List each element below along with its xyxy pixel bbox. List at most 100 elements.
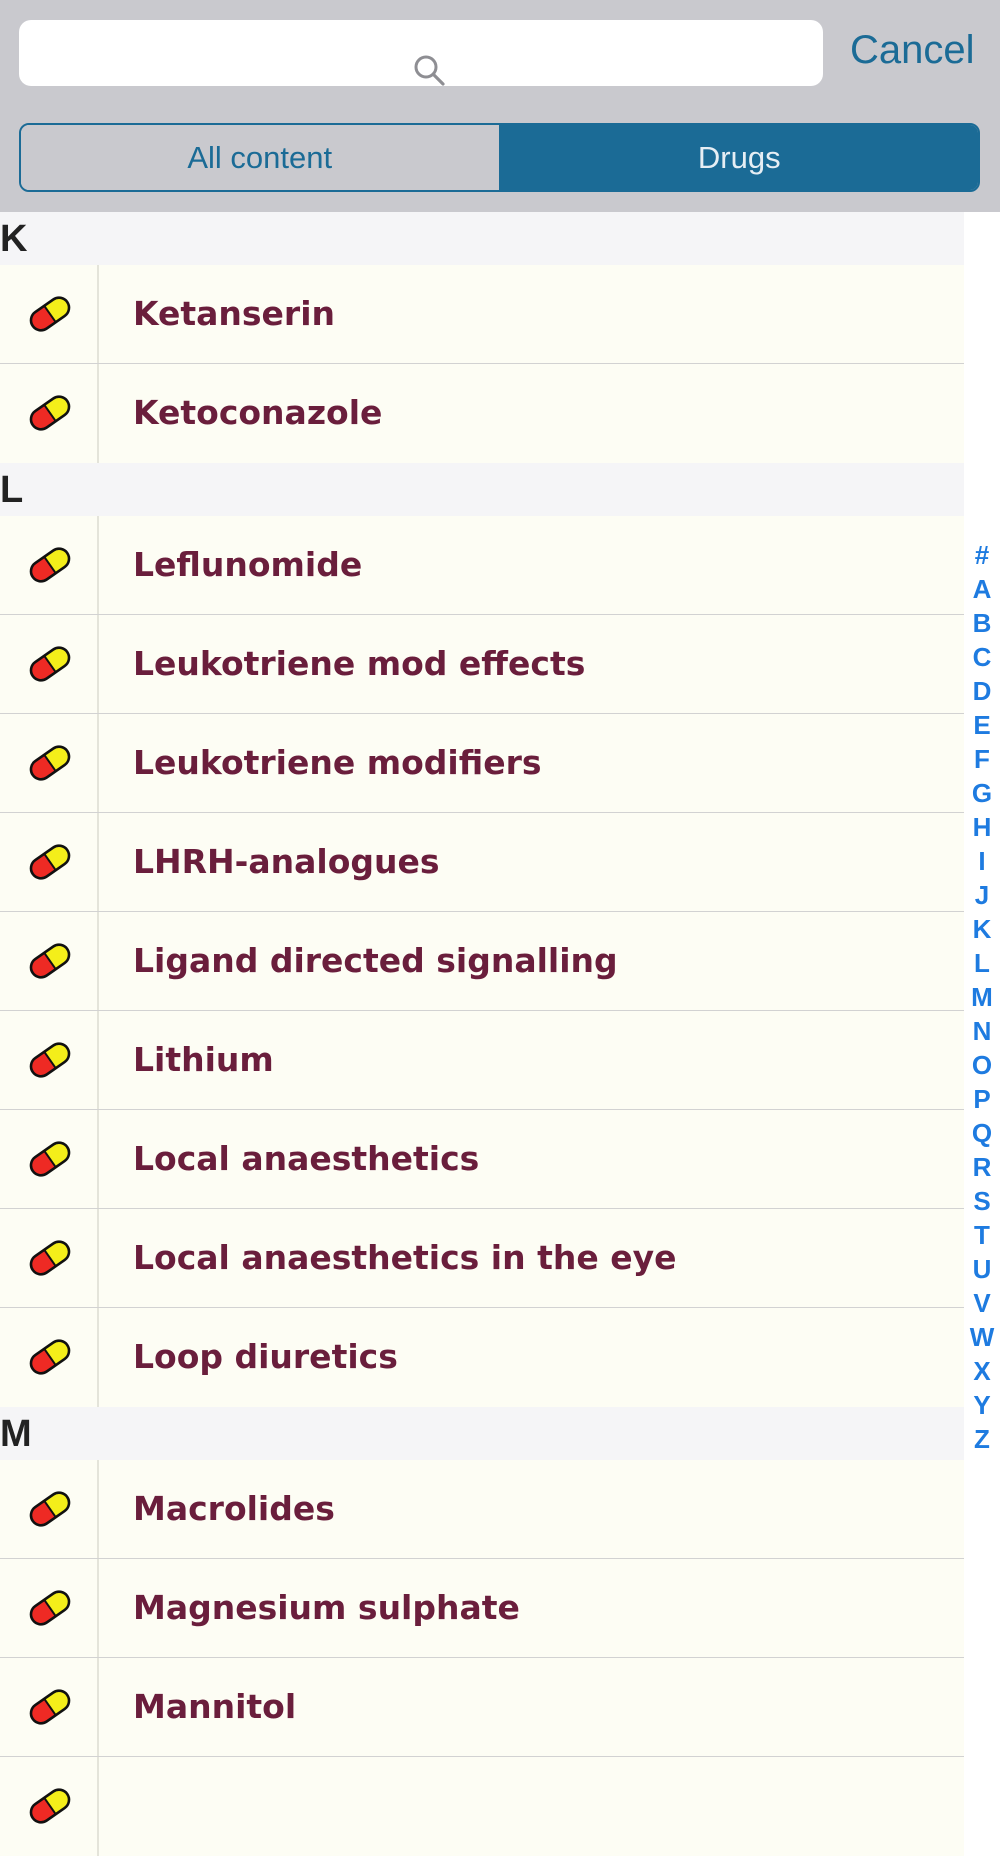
list-item-label: Local anaesthetics in the eye (133, 1238, 677, 1277)
list-item-label: Mannitol (133, 1687, 297, 1726)
pill-icon (26, 1587, 74, 1629)
pill-icon (26, 1039, 74, 1081)
pill-icon (26, 1785, 74, 1827)
list-item[interactable]: Loop diuretics (0, 1308, 964, 1407)
list-item[interactable]: Mannitol (0, 1658, 964, 1757)
list-item-label: Ketoconazole (133, 393, 383, 432)
list-item[interactable]: Macrolides (0, 1460, 964, 1559)
list-item[interactable]: Ketoconazole (0, 364, 964, 463)
section-letter: K (0, 218, 28, 260)
index-letter[interactable]: Q (964, 1116, 1000, 1150)
index-letter[interactable]: H (964, 810, 1000, 844)
pill-icon (26, 1488, 74, 1530)
list-item-label: Leflunomide (133, 545, 363, 584)
pill-icon (26, 742, 74, 784)
icon-cell (0, 912, 99, 1010)
index-letter[interactable]: # (964, 538, 1000, 572)
icon-cell (0, 516, 99, 614)
index-letter[interactable]: G (964, 776, 1000, 810)
list-item[interactable]: Ketanserin (0, 265, 964, 364)
pill-icon (26, 293, 74, 335)
list-item-label: Ketanserin (133, 294, 336, 333)
list-item-label: LHRH-analogues (133, 842, 440, 881)
search-header: Cancel All content Drugs (0, 0, 1000, 212)
index-letter[interactable]: V (964, 1286, 1000, 1320)
index-letter[interactable]: N (964, 1014, 1000, 1048)
list-item[interactable] (0, 1757, 964, 1856)
pill-icon (26, 643, 74, 685)
list-item-label: Magnesium sulphate (133, 1588, 520, 1627)
segment-all-content[interactable]: All content (21, 125, 501, 190)
icon-cell (0, 1209, 99, 1307)
pill-icon (26, 544, 74, 586)
section-header-k: K (0, 212, 964, 265)
search-icon (414, 55, 445, 86)
pill-icon (26, 1686, 74, 1728)
index-letter[interactable]: C (964, 640, 1000, 674)
index-letter[interactable]: L (964, 946, 1000, 980)
icon-cell (0, 1110, 99, 1208)
section-letter: M (0, 1413, 32, 1455)
list-item[interactable]: Ligand directed signalling (0, 912, 964, 1011)
list-item[interactable]: Local anaesthetics in the eye (0, 1209, 964, 1308)
index-letter[interactable]: K (964, 912, 1000, 946)
section-letter: L (0, 469, 24, 511)
list-item[interactable]: LHRH-analogues (0, 813, 964, 912)
pill-icon (26, 940, 74, 982)
index-letter[interactable]: Z (964, 1422, 1000, 1456)
index-letter[interactable]: J (964, 878, 1000, 912)
cancel-button[interactable]: Cancel (850, 22, 975, 78)
list-item[interactable]: Magnesium sulphate (0, 1559, 964, 1658)
list-item[interactable]: Lithium (0, 1011, 964, 1110)
icon-cell (0, 813, 99, 911)
scope-segmented-control: All content Drugs (19, 123, 980, 192)
icon-cell (0, 1559, 99, 1657)
index-letter[interactable]: R (964, 1150, 1000, 1184)
index-letter[interactable]: W (964, 1320, 1000, 1354)
list-item[interactable]: Local anaesthetics (0, 1110, 964, 1209)
section-header-m: M (0, 1407, 964, 1460)
list-item-label: Ligand directed signalling (133, 941, 618, 980)
index-letter[interactable]: B (964, 606, 1000, 640)
list-item-label: Local anaesthetics (133, 1139, 480, 1178)
index-letter[interactable]: E (964, 708, 1000, 742)
section-header-l: L (0, 463, 964, 516)
index-letter[interactable]: A (964, 572, 1000, 606)
section-index[interactable]: # A B C D E F G H I J K L M N O P Q R S T U V W X Y Z (964, 538, 1000, 1456)
pill-icon (26, 841, 74, 883)
pill-icon (26, 1237, 74, 1279)
pill-icon (26, 1138, 74, 1180)
list-item[interactable]: Leukotriene modifiers (0, 714, 964, 813)
index-letter[interactable]: X (964, 1354, 1000, 1388)
list-item-label: Lithium (133, 1040, 274, 1079)
index-letter[interactable]: Y (964, 1388, 1000, 1422)
list-item[interactable]: Leukotriene mod effects (0, 615, 964, 714)
drug-list: K Ketanserin Ketoconazole L Leflunomide Leuko… (0, 212, 964, 1856)
index-letter[interactable]: T (964, 1218, 1000, 1252)
icon-cell (0, 1658, 99, 1756)
icon-cell (0, 615, 99, 713)
index-letter[interactable]: U (964, 1252, 1000, 1286)
icon-cell (0, 265, 99, 363)
index-letter[interactable]: S (964, 1184, 1000, 1218)
icon-cell (0, 1011, 99, 1109)
index-letter[interactable]: F (964, 742, 1000, 776)
list-item-label: Loop diuretics (133, 1337, 398, 1376)
list-item-label: Macrolides (133, 1489, 335, 1528)
index-letter[interactable]: I (964, 844, 1000, 878)
index-letter[interactable]: D (964, 674, 1000, 708)
icon-cell (0, 364, 99, 463)
segment-drugs[interactable]: Drugs (500, 125, 978, 190)
icon-cell (0, 1757, 99, 1856)
index-letter[interactable]: P (964, 1082, 1000, 1116)
search-input[interactable] (19, 20, 823, 86)
list-item[interactable]: Leflunomide (0, 516, 964, 615)
list-item-label: Leukotriene mod effects (133, 644, 586, 683)
icon-cell (0, 1460, 99, 1558)
index-letter[interactable]: O (964, 1048, 1000, 1082)
pill-icon (26, 1336, 74, 1378)
index-letter[interactable]: M (964, 980, 1000, 1014)
icon-cell (0, 1308, 99, 1407)
pill-icon (26, 392, 74, 434)
icon-cell (0, 714, 99, 812)
